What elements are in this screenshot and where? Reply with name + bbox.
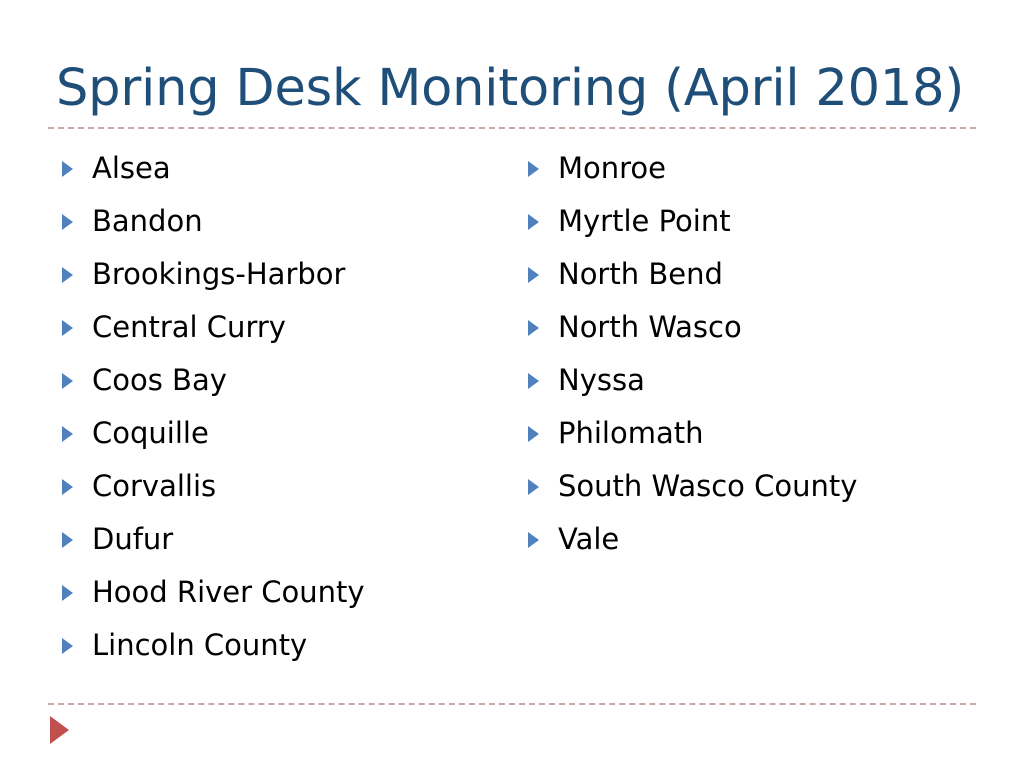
- list-item: Alsea: [56, 142, 506, 195]
- list-item: Corvallis: [56, 460, 506, 513]
- list-item: Nyssa: [522, 354, 992, 407]
- triangle-bullet-icon-footer: [50, 716, 69, 744]
- list-item-label: Nyssa: [558, 363, 645, 397]
- triangle-bullet-icon: [62, 266, 73, 283]
- list-item-label: Hood River County: [92, 575, 365, 609]
- list-item: Central Curry: [56, 301, 506, 354]
- footer-divider-bottom: [48, 703, 976, 705]
- title-divider-top: [48, 127, 976, 129]
- triangle-bullet-icon: [528, 372, 539, 389]
- list-item: Hood River County: [56, 566, 506, 619]
- district-list-left: Alsea Bandon Brookings-Harbor Central Cu…: [56, 142, 506, 672]
- list-item-label: Coquille: [92, 416, 209, 450]
- list-item-label: Bandon: [92, 204, 203, 238]
- list-item: Myrtle Point: [522, 195, 992, 248]
- list-item-label: Alsea: [92, 151, 171, 185]
- list-item-label: Central Curry: [92, 310, 286, 344]
- list-item-label: South Wasco County: [558, 469, 858, 503]
- triangle-bullet-icon: [528, 266, 539, 283]
- list-item-label: Brookings-Harbor: [92, 257, 346, 291]
- triangle-bullet-icon: [62, 372, 73, 389]
- list-item: Lincoln County: [56, 619, 506, 672]
- triangle-bullet-icon: [528, 478, 539, 495]
- list-item-label: Coos Bay: [92, 363, 227, 397]
- triangle-bullet-icon: [528, 531, 539, 548]
- list-item: Philomath: [522, 407, 992, 460]
- list-item: Coquille: [56, 407, 506, 460]
- list-item-label: North Bend: [558, 257, 723, 291]
- list-item: South Wasco County: [522, 460, 992, 513]
- list-item-label: Dufur: [92, 522, 174, 556]
- list-item: Bandon: [56, 195, 506, 248]
- triangle-bullet-icon: [528, 425, 539, 442]
- list-item-label: North Wasco: [558, 310, 742, 344]
- list-item: Vale: [522, 513, 992, 566]
- list-item-label: Vale: [558, 522, 620, 556]
- list-item: Monroe: [522, 142, 992, 195]
- district-list-right: Monroe Myrtle Point North Bend North Was…: [522, 142, 992, 566]
- page-title: Spring Desk Monitoring (April 2018): [56, 59, 965, 118]
- triangle-bullet-icon: [62, 637, 73, 654]
- list-item: North Wasco: [522, 301, 992, 354]
- list-item-label: Myrtle Point: [558, 204, 731, 238]
- list-item-label: Corvallis: [92, 469, 217, 503]
- triangle-bullet-icon: [62, 319, 73, 336]
- triangle-bullet-icon: [62, 425, 73, 442]
- list-item: Dufur: [56, 513, 506, 566]
- triangle-bullet-icon: [62, 584, 73, 601]
- list-item-label: Philomath: [558, 416, 704, 450]
- bullet-column-right: Monroe Myrtle Point North Bend North Was…: [522, 142, 992, 566]
- triangle-bullet-icon: [62, 531, 73, 548]
- list-item-label: Monroe: [558, 151, 667, 185]
- triangle-bullet-icon: [528, 160, 539, 177]
- triangle-bullet-icon: [62, 160, 73, 177]
- slide: Spring Desk Monitoring (April 2018) Alse…: [0, 0, 1024, 768]
- list-item: Coos Bay: [56, 354, 506, 407]
- bullet-column-left: Alsea Bandon Brookings-Harbor Central Cu…: [56, 142, 506, 672]
- list-item-label: Lincoln County: [92, 628, 308, 662]
- triangle-bullet-icon: [528, 319, 539, 336]
- triangle-bullet-icon: [528, 213, 539, 230]
- list-item: North Bend: [522, 248, 992, 301]
- slide-body: Alsea Bandon Brookings-Harbor Central Cu…: [0, 142, 1024, 697]
- triangle-bullet-icon: [62, 213, 73, 230]
- triangle-bullet-icon: [62, 478, 73, 495]
- list-item: Brookings-Harbor: [56, 248, 506, 301]
